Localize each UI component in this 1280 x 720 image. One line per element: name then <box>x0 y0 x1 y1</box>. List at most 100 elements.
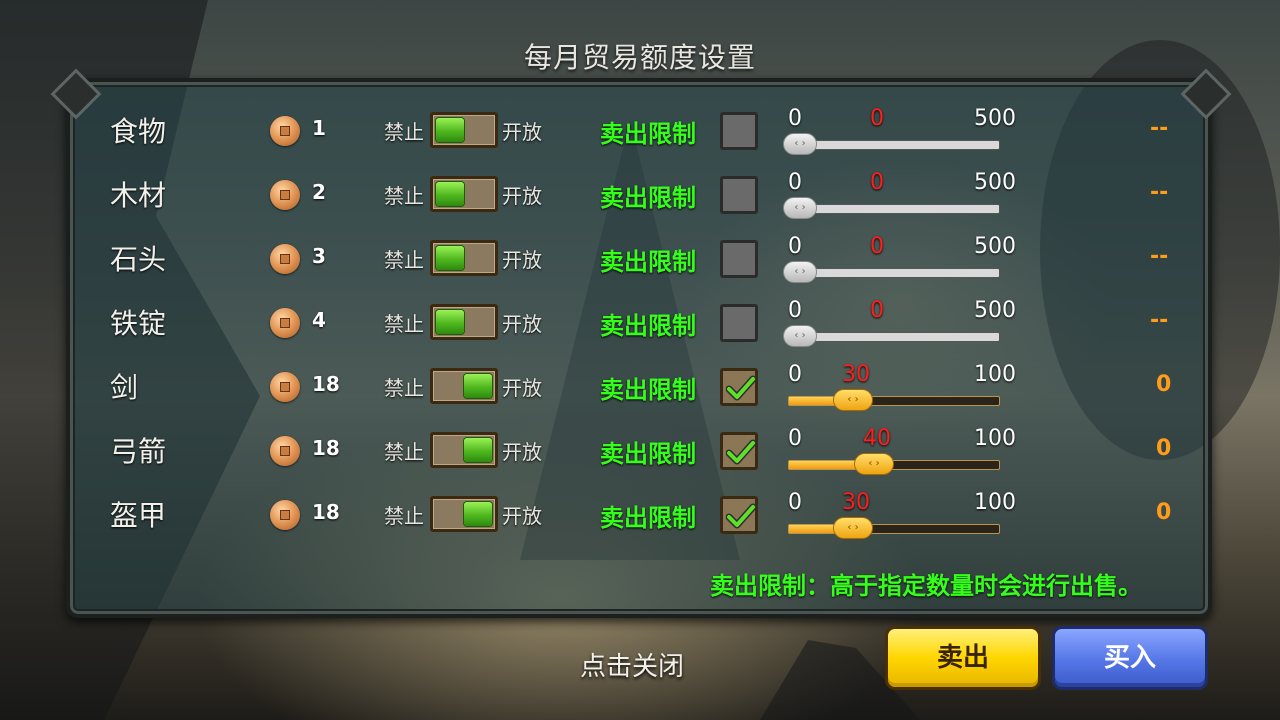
item-price: 18 <box>312 500 340 524</box>
close-button[interactable]: 点击关闭 <box>580 646 684 683</box>
toggle-open-label: 开放 <box>502 120 542 144</box>
toggle-knob <box>436 310 464 334</box>
toggle-forbid-label: 禁止 <box>384 312 424 336</box>
sell-limit-checkbox[interactable] <box>720 240 758 278</box>
slider-max: 500 <box>974 298 1016 323</box>
sell-limit-note: 卖出限制：高于指定数量时会进行出售。 <box>710 572 1142 600</box>
slider-min: 0 <box>788 298 802 323</box>
sell-amount-value: -- <box>1150 116 1169 141</box>
trade-toggle[interactable] <box>430 368 498 404</box>
limit-slider[interactable]: ‹ › <box>788 389 1000 411</box>
slider-current: 0 <box>870 234 884 259</box>
trade-toggle[interactable] <box>430 112 498 148</box>
checkmark-icon <box>726 503 756 529</box>
sell-limit-checkbox[interactable] <box>720 432 758 470</box>
item-row: 石头 3 禁止 开放 卖出限制 0 0 500 ‹ › -- <box>0 226 1280 290</box>
trade-toggle[interactable] <box>430 432 498 468</box>
limit-slider[interactable]: ‹ › <box>783 133 1000 155</box>
sell-amount-value: -- <box>1150 244 1169 269</box>
item-name: 木材 <box>110 179 167 212</box>
sell-button[interactable]: 卖出 <box>885 626 1041 690</box>
slider-current: 0 <box>870 170 884 195</box>
trade-toggle[interactable] <box>430 304 498 340</box>
trade-toggle[interactable] <box>430 176 498 212</box>
slider-current: 30 <box>842 490 870 515</box>
toggle-open-label: 开放 <box>502 504 542 528</box>
slider-min: 0 <box>788 426 802 451</box>
toggle-open-label: 开放 <box>502 184 542 208</box>
toggle-open-label: 开放 <box>502 312 542 336</box>
slider-handle[interactable]: ‹ › <box>854 453 894 475</box>
item-name: 剑 <box>110 371 139 404</box>
slider-min: 0 <box>788 234 802 259</box>
sell-limit-label: 卖出限制 <box>600 184 696 212</box>
item-row: 铁锭 4 禁止 开放 卖出限制 0 0 500 ‹ › -- <box>0 290 1280 354</box>
slider-min: 0 <box>788 106 802 131</box>
slider-max: 500 <box>974 106 1016 131</box>
slider-max: 100 <box>974 426 1016 451</box>
slider-current: 0 <box>870 106 884 131</box>
item-row: 剑 18 禁止 开放 卖出限制 0 30 100 ‹ › 0 <box>0 354 1280 418</box>
limit-slider[interactable]: ‹ › <box>788 453 1000 475</box>
coin-icon <box>270 116 300 146</box>
checkmark-icon <box>726 375 756 401</box>
slider-min: 0 <box>788 362 802 387</box>
slider-handle[interactable]: ‹ › <box>833 389 873 411</box>
slider-current: 40 <box>863 426 891 451</box>
limit-slider[interactable]: ‹ › <box>783 261 1000 283</box>
toggle-open-label: 开放 <box>502 248 542 272</box>
toggle-forbid-label: 禁止 <box>384 120 424 144</box>
sell-amount-value: 0 <box>1156 436 1172 461</box>
coin-icon <box>270 244 300 274</box>
item-price: 2 <box>312 180 326 204</box>
sell-limit-label: 卖出限制 <box>600 504 696 532</box>
slider-min: 0 <box>788 170 802 195</box>
item-name: 食物 <box>110 115 167 148</box>
toggle-knob <box>436 118 464 142</box>
item-price: 1 <box>312 116 326 140</box>
item-name: 铁锭 <box>110 307 167 340</box>
item-price: 3 <box>312 244 326 268</box>
buy-button[interactable]: 买入 <box>1052 626 1208 690</box>
sell-amount-value: -- <box>1150 308 1169 333</box>
sell-limit-checkbox[interactable] <box>720 368 758 406</box>
coin-icon <box>270 500 300 530</box>
item-row: 盔甲 18 禁止 开放 卖出限制 0 30 100 ‹ › 0 <box>0 482 1280 546</box>
sell-limit-checkbox[interactable] <box>720 112 758 150</box>
trade-toggle[interactable] <box>430 240 498 276</box>
item-row: 木材 2 禁止 开放 卖出限制 0 0 500 ‹ › -- <box>0 162 1280 226</box>
sell-limit-label: 卖出限制 <box>600 120 696 148</box>
item-name: 弓箭 <box>110 435 167 468</box>
toggle-open-label: 开放 <box>502 440 542 464</box>
limit-slider[interactable]: ‹ › <box>788 517 1000 539</box>
item-price: 4 <box>312 308 326 332</box>
slider-current: 30 <box>842 362 870 387</box>
toggle-forbid-label: 禁止 <box>384 184 424 208</box>
item-price: 18 <box>312 436 340 460</box>
slider-handle[interactable]: ‹ › <box>783 261 817 283</box>
toggle-knob <box>464 374 492 398</box>
sell-limit-checkbox[interactable] <box>720 496 758 534</box>
coin-icon <box>270 308 300 338</box>
slider-min: 0 <box>788 490 802 515</box>
sell-limit-checkbox[interactable] <box>720 176 758 214</box>
sell-limit-checkbox[interactable] <box>720 304 758 342</box>
checkmark-icon <box>726 439 756 465</box>
item-name: 石头 <box>110 243 167 276</box>
toggle-knob <box>436 182 464 206</box>
slider-handle[interactable]: ‹ › <box>783 197 817 219</box>
sell-amount-value: 0 <box>1156 372 1172 397</box>
slider-handle[interactable]: ‹ › <box>833 517 873 539</box>
toggle-knob <box>464 502 492 526</box>
item-name: 盔甲 <box>110 499 167 532</box>
toggle-forbid-label: 禁止 <box>384 504 424 528</box>
trade-toggle[interactable] <box>430 496 498 532</box>
limit-slider[interactable]: ‹ › <box>783 197 1000 219</box>
slider-max: 500 <box>974 170 1016 195</box>
limit-slider[interactable]: ‹ › <box>783 325 1000 347</box>
slider-max: 500 <box>974 234 1016 259</box>
slider-handle[interactable]: ‹ › <box>783 133 817 155</box>
slider-handle[interactable]: ‹ › <box>783 325 817 347</box>
toggle-knob <box>464 438 492 462</box>
item-price: 18 <box>312 372 340 396</box>
